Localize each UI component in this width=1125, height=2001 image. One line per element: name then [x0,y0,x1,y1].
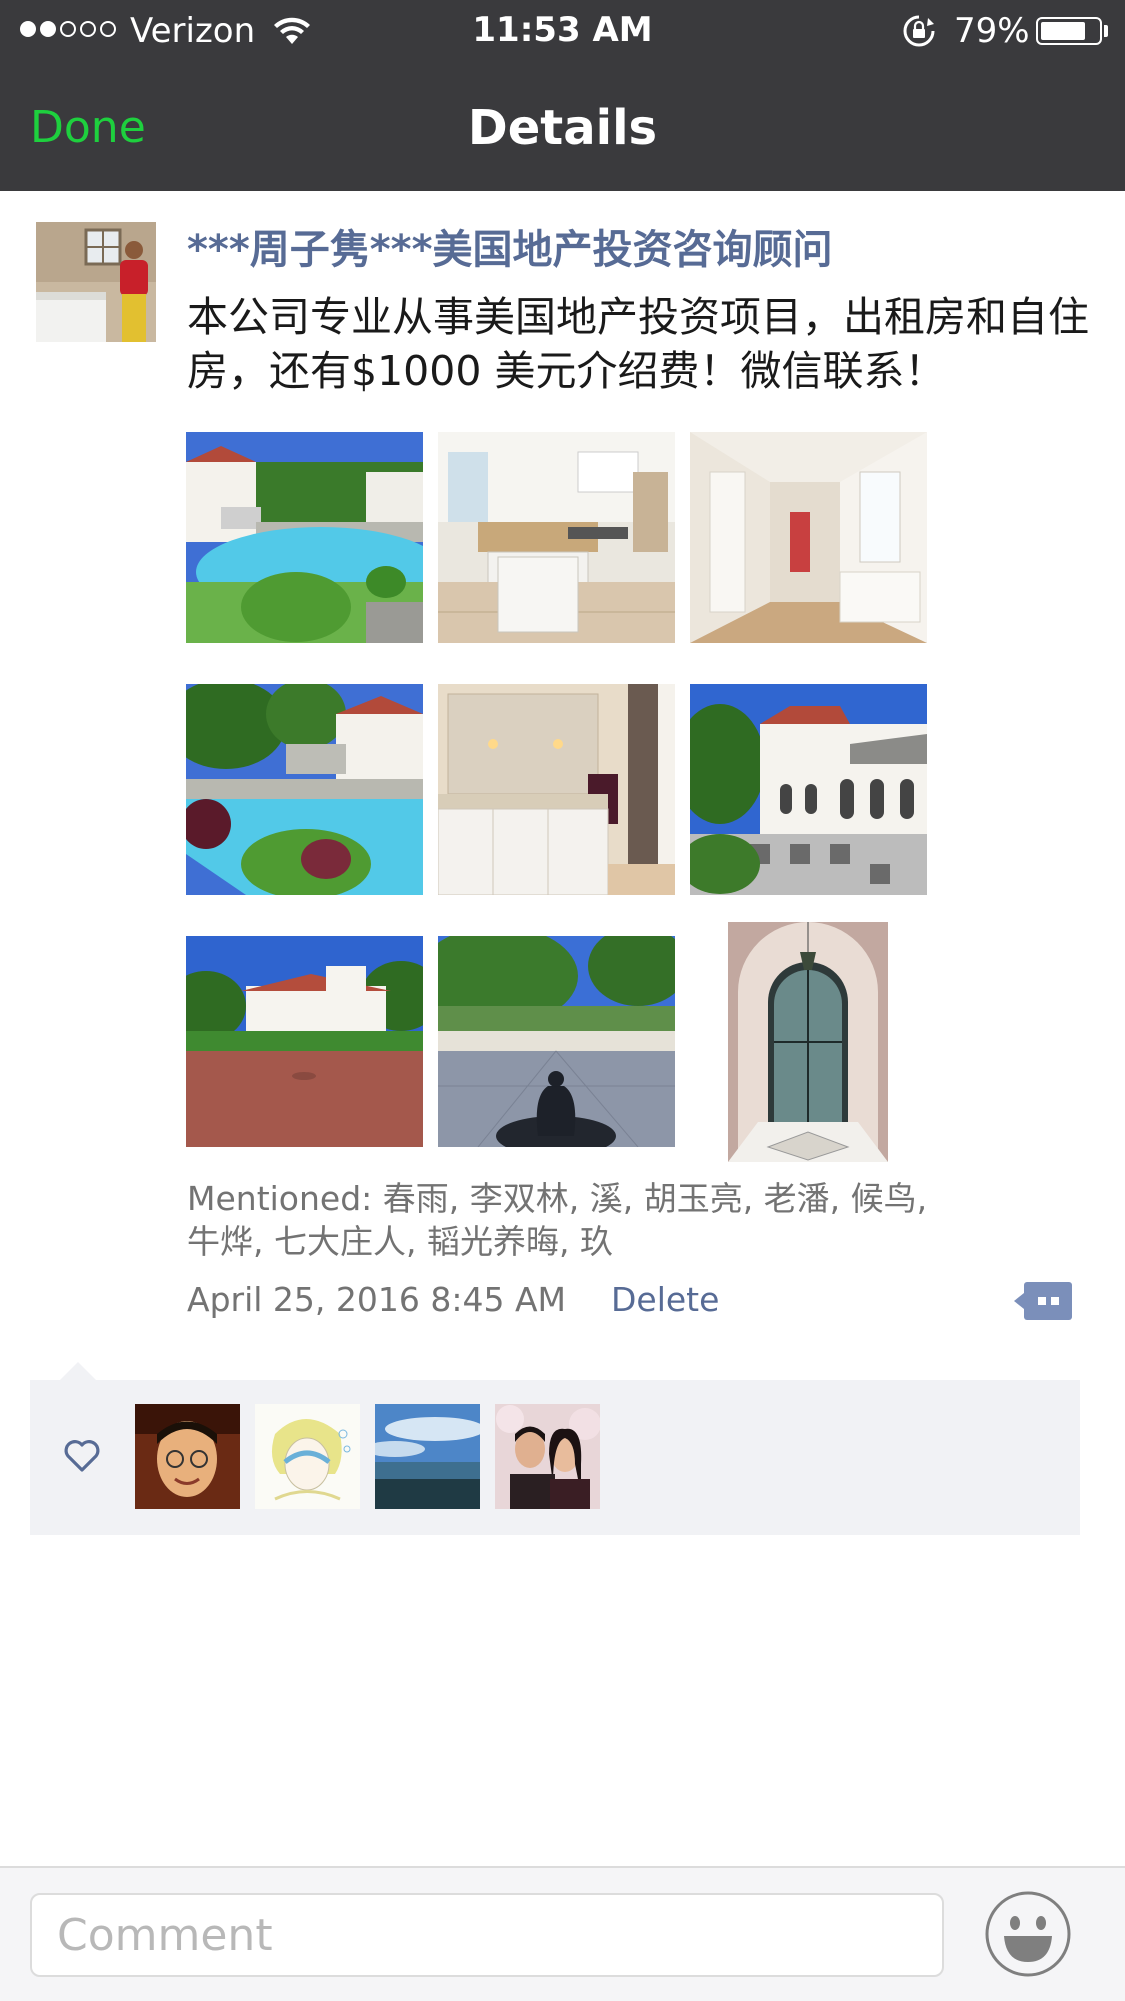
comment-input[interactable] [30,1893,944,1977]
post-author-name[interactable]: ***周子隽***美国地产投资咨询顾问 [187,222,833,278]
photo-grid [186,432,928,1162]
arched-doorway-photo[interactable] [728,922,888,1162]
delete-button[interactable]: Delete [611,1278,719,1322]
rotation-lock-icon [903,15,935,47]
villa-driveway-photo[interactable] [186,936,423,1147]
page-title: Details [467,100,658,156]
liker-avatar-sky-landscape[interactable] [375,1404,480,1509]
heart-icon [64,1440,100,1472]
pool-garden-photo[interactable] [186,684,423,895]
mentioned-users[interactable]: Mentioned: 春雨, 李双林, 溪, 胡玉亮, 老潘, 候鸟, 牛烨, … [187,1177,947,1263]
battery-percent: 79% [954,11,1030,51]
terrace-fountain-photo[interactable] [438,936,675,1147]
post-text: 本公司专业从事美国地产投资项目，出租房和自住房，还有$1000 美元介绍费！微信… [187,293,1089,395]
likes-pointer [60,1362,96,1380]
battery-tip [1104,25,1108,37]
liker-avatar-anime-drawing[interactable] [255,1404,360,1509]
liker-avatar-man-glasses[interactable] [135,1404,240,1509]
kitchen-photo[interactable] [438,432,675,643]
status-bar: Verizon 11:53 AM 79% [0,0,1125,62]
pool-villa-photo[interactable] [186,432,423,643]
villa-patio-photo[interactable] [690,684,927,895]
bathroom-photo[interactable] [438,684,675,895]
hallway-photo[interactable] [690,432,927,643]
author-avatar[interactable] [36,222,156,342]
comment-options-icon[interactable] [1014,1280,1074,1322]
smiley-icon[interactable] [984,1890,1072,1978]
top-bar: Verizon 11:53 AM 79% Done Details [0,0,1125,191]
battery-icon [1036,17,1102,45]
post-timestamp: April 25, 2016 8:45 AM [187,1280,567,1319]
liker-avatar-couple-selfie[interactable] [495,1404,600,1509]
